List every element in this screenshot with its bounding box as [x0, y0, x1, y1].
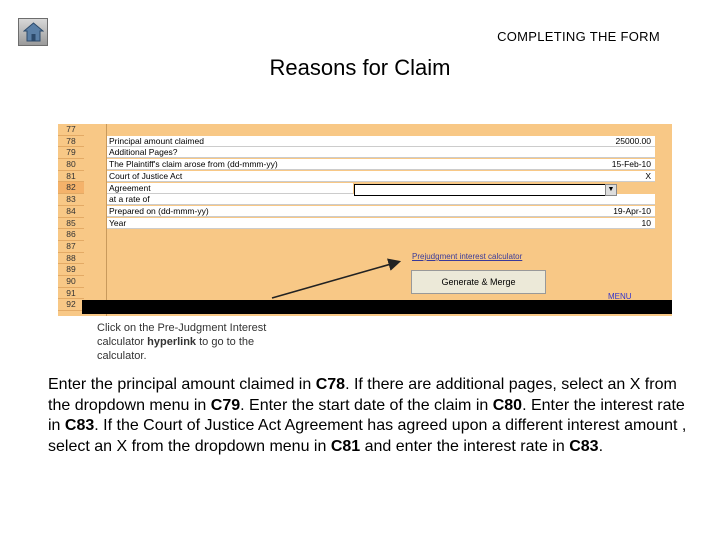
- cell-ref: C79: [210, 396, 241, 414]
- cell-ref: C80: [492, 396, 523, 414]
- instruction-text: .: [598, 437, 604, 455]
- cell-ref: C83: [64, 417, 95, 434]
- callout-text: calculator: [97, 336, 148, 348]
- cell-ref: C83: [569, 437, 599, 455]
- instruction-text: and enter the interest rate in: [360, 437, 570, 455]
- instruction-text: Enter the principal amount claimed in: [48, 376, 316, 393]
- callout-bold: hyperlink: [147, 336, 197, 348]
- callout-line: calculator.: [97, 350, 147, 362]
- callout-note: Click on the Pre-Judgment Interest calcu…: [97, 321, 297, 363]
- callout-line: Click on the Pre-Judgment Interest: [97, 322, 267, 334]
- callout-arrow: [271, 258, 402, 299]
- callout-text: to go to the: [196, 336, 255, 348]
- instructions-paragraph: Enter the principal amount claimed in C7…: [48, 375, 688, 457]
- instruction-text: . Enter the start date of the claim in: [240, 396, 493, 414]
- cell-ref: C81: [330, 437, 361, 455]
- cell-ref: C78: [315, 376, 346, 393]
